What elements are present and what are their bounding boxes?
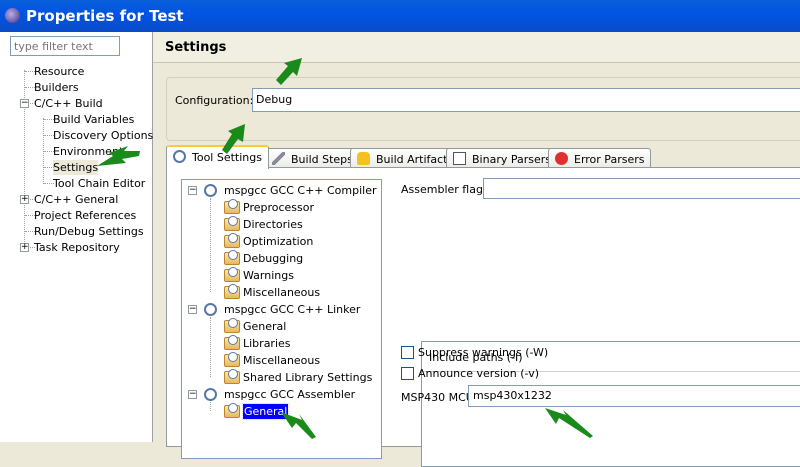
configuration-select[interactable]: Debug (252, 88, 800, 112)
announce-version-label: Announce version (-v) (418, 367, 540, 380)
folder-gear-icon (224, 318, 240, 333)
tool-subitem[interactable]: General (241, 403, 290, 420)
nav-item[interactable]: Discovery Options (53, 128, 153, 143)
hammer-icon (272, 152, 285, 165)
nav-item[interactable]: Build Variables (53, 112, 134, 127)
tab-build-steps[interactable]: Build Steps (265, 148, 360, 168)
page-title: Settings (153, 32, 800, 63)
nav-item[interactable]: Resource (34, 64, 84, 79)
tool-settings-panel: − mspgcc GCC C++ Compiler Preprocessor Dire… (166, 167, 800, 467)
nav-item[interactable]: C/C++ Build (34, 96, 103, 111)
gear-icon (173, 150, 186, 163)
tab-build-artifact[interactable]: Build Artifact (350, 148, 455, 168)
assembler-flags-label: Assembler flags (401, 183, 489, 196)
tree-line (44, 135, 54, 136)
collapse-icon[interactable]: − (188, 390, 197, 399)
announce-version-checkbox[interactable] (401, 367, 414, 380)
tool-item[interactable]: mspgcc GCC C++ Compiler (224, 183, 377, 198)
collapse-icon[interactable]: − (188, 186, 197, 195)
tool-subitem[interactable]: Shared Library Settings (243, 370, 372, 385)
tool-subitem[interactable]: Preprocessor (243, 200, 314, 215)
tree-line (210, 198, 211, 292)
folder-gear-icon (224, 284, 240, 299)
nav-item[interactable]: Task Repository (34, 240, 120, 255)
folder-gear-icon (224, 250, 240, 265)
folder-gear-icon (224, 267, 240, 282)
tree-line (210, 317, 211, 377)
tab-label: Error Parsers (574, 153, 645, 166)
folder-gear-icon (224, 199, 240, 214)
tab-label: Build Steps (291, 153, 353, 166)
collapse-icon[interactable]: − (188, 305, 197, 314)
tab-tool-settings[interactable]: Tool Settings (166, 145, 269, 169)
mcu-type-input[interactable]: msp430x1232 (468, 385, 800, 407)
nav-panel: ResourceBuildersC/C++ Build− Build Variab… (0, 32, 153, 442)
tab-label: Tool Settings (192, 151, 262, 164)
tab-label: Binary Parsers (472, 153, 551, 166)
folder-gear-icon (224, 369, 240, 384)
expand-icon[interactable]: + (20, 243, 29, 252)
tree-line (44, 183, 54, 184)
tool-subitem[interactable]: Libraries (243, 336, 291, 351)
title-bar: Properties for Test (0, 0, 800, 32)
configuration-label: Configuration: (175, 94, 254, 107)
tool-subitem[interactable]: Miscellaneous (243, 353, 320, 368)
tree-line (25, 231, 35, 232)
suppress-warnings-checkbox[interactable] (401, 346, 414, 359)
tree-line (25, 71, 35, 72)
tab-label: Build Artifact (376, 153, 448, 166)
tree-line (24, 70, 25, 246)
tool-subitem[interactable]: Miscellaneous (243, 285, 320, 300)
settings-page: Settings Configuration: Debug Tool Setti… (153, 32, 800, 467)
collapse-icon[interactable]: − (20, 99, 29, 108)
gear-icon (204, 184, 217, 197)
folder-gear-icon (224, 335, 240, 350)
gear-icon (204, 388, 217, 401)
tab-binary-parsers[interactable]: Binary Parsers (446, 148, 558, 168)
tree-line (44, 119, 54, 120)
nav-item[interactable]: Settings (53, 160, 99, 175)
nav-item[interactable]: C/C++ General (34, 192, 118, 207)
folder-gear-icon (224, 352, 240, 367)
tool-subitem[interactable]: Optimization (243, 234, 313, 249)
nav-item[interactable]: Project References (34, 208, 136, 223)
tool-item[interactable]: mspgcc GCC C++ Linker (224, 302, 360, 317)
nav-item[interactable]: Run/Debug Settings (34, 224, 144, 239)
nav-item[interactable]: Tool Chain Editor (53, 176, 145, 191)
error-icon (555, 152, 568, 165)
filter-input[interactable] (10, 36, 120, 56)
tab-error-parsers[interactable]: Error Parsers (548, 148, 652, 168)
tree-line (25, 215, 35, 216)
window-title: Properties for Test (26, 7, 184, 25)
tree-line (25, 87, 35, 88)
folder-gear-icon (224, 233, 240, 248)
tool-tree: − mspgcc GCC C++ Compiler Preprocessor Dire… (181, 179, 382, 459)
binary-file-icon (453, 152, 466, 165)
tool-subitem[interactable]: Warnings (243, 268, 294, 283)
tool-subitem[interactable]: Directories (243, 217, 303, 232)
tool-subitem[interactable]: General (243, 319, 286, 334)
tree-line (210, 402, 211, 411)
suppress-warnings-label: Suppress warnings (-W) (418, 346, 549, 359)
tree-line (44, 167, 54, 168)
trophy-icon (357, 152, 370, 165)
eclipse-icon (5, 8, 20, 23)
folder-gear-icon (224, 216, 240, 231)
gear-icon (204, 303, 217, 316)
assembler-flags-input[interactable] (483, 178, 800, 199)
nav-item[interactable]: Environment (53, 144, 123, 159)
expand-icon[interactable]: + (20, 195, 29, 204)
tree-line (44, 151, 54, 152)
tool-subitem[interactable]: Debugging (243, 251, 303, 266)
tool-item[interactable]: mspgcc GCC Assembler (224, 387, 355, 402)
nav-item[interactable]: Builders (34, 80, 79, 95)
folder-gear-icon (224, 403, 240, 418)
configuration-group: Configuration: Debug (166, 77, 800, 141)
